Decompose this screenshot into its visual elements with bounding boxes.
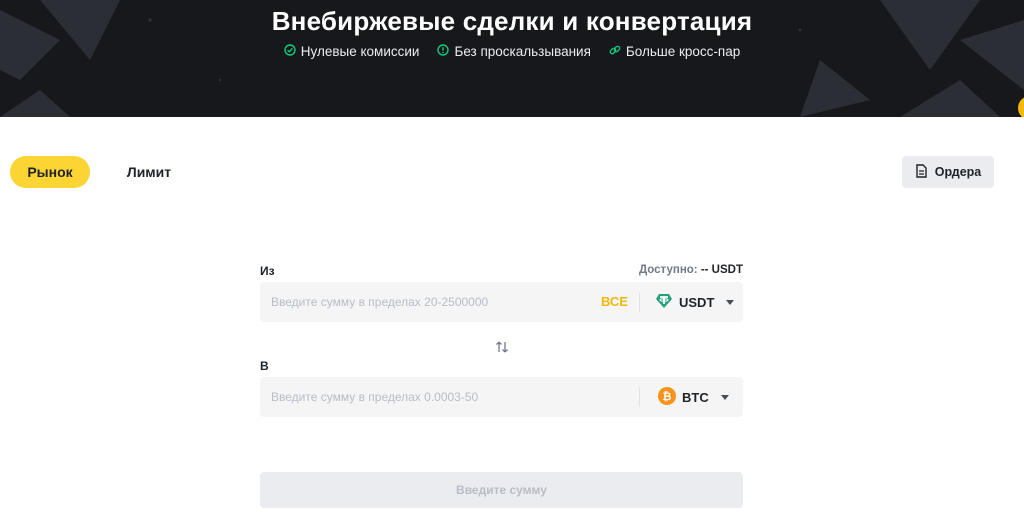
chevron-down-icon [720, 394, 729, 400]
chevron-down-icon [726, 299, 735, 305]
feature-label: Больше кросс-пар [625, 44, 741, 59]
swap-vertical-icon[interactable] [491, 337, 513, 357]
document-icon [915, 163, 928, 181]
to-coin-label: BTC [682, 389, 709, 405]
feature-item: Больше кросс-пар [609, 44, 740, 59]
feature-item: Без проскальзывания [437, 44, 591, 59]
orders-button-label: Ордера [934, 165, 982, 179]
max-all-button[interactable]: ВСЕ [601, 282, 628, 322]
from-label: Из [260, 264, 275, 278]
field-divider [639, 292, 640, 312]
from-coin-label: USDT [679, 294, 715, 310]
hero-banner: Внебиржевые сделки и конвертация Нулевые… [0, 0, 1024, 117]
exclamation-circle-icon [437, 44, 450, 59]
feature-item: Нулевые комиссии [284, 44, 420, 59]
from-coin-select[interactable]: USDT [655, 282, 735, 322]
available-label: Доступно: [638, 264, 698, 276]
svg-text:₿: ₿ [663, 390, 672, 403]
to-amount-field[interactable]: Введите сумму в пределах 0.0003-50 ₿ BTC [260, 377, 743, 417]
from-amount-field[interactable]: Введите сумму в пределах 20-2500000 ВСЕ … [260, 282, 743, 322]
link-icon [609, 44, 621, 59]
feature-label: Без проскальзывания [454, 44, 591, 59]
feature-label: Нулевые комиссии [300, 44, 420, 59]
orders-button[interactable]: Ордера [902, 156, 994, 188]
bitcoin-icon: ₿ [658, 386, 676, 408]
field-divider [639, 387, 640, 407]
page-title: Внебиржевые сделки и конвертация [271, 6, 753, 36]
feature-list: Нулевые комиссии Без проскальзывания Бол… [0, 44, 1024, 59]
check-circle-icon [284, 44, 296, 59]
submit-button[interactable]: Введите сумму [260, 472, 743, 508]
tether-icon [655, 292, 673, 313]
available-value: -- USDT [700, 264, 743, 276]
to-coin-select[interactable]: ₿ BTC [658, 377, 729, 417]
to-label: В [260, 359, 269, 373]
to-amount-input[interactable]: Введите сумму в пределах 0.0003-50 [271, 377, 478, 417]
available-balance: Доступно: -- USDT [639, 264, 743, 276]
tab-market[interactable]: Рынок [10, 156, 90, 188]
tab-limit[interactable]: Лимит [112, 156, 186, 188]
from-amount-input[interactable]: Введите сумму в пределах 20-2500000 [271, 282, 488, 322]
